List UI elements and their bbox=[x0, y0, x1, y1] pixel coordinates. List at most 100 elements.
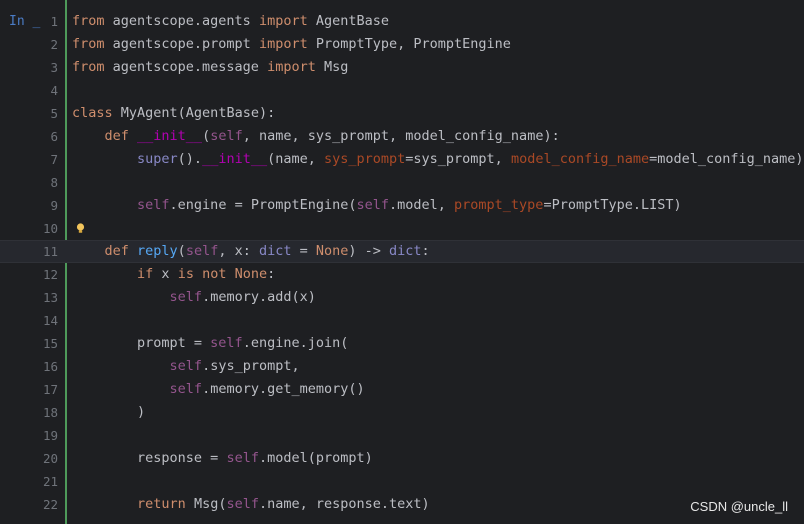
code-line[interactable]: 21 bbox=[0, 470, 804, 493]
code-editor[interactable]: In _ 1 from agentscope.agents import Agen… bbox=[0, 0, 804, 524]
line-number: 12 bbox=[42, 267, 58, 282]
code-text[interactable]: return Msg(self.name, response.text) bbox=[72, 493, 430, 516]
code-token: self bbox=[169, 381, 203, 397]
code-token: self bbox=[226, 496, 259, 512]
code-token: (name, bbox=[267, 151, 324, 167]
line-number: 1 bbox=[50, 14, 58, 29]
code-token: if bbox=[137, 266, 162, 282]
code-token: import bbox=[267, 59, 324, 75]
line-number: 3 bbox=[50, 60, 58, 75]
code-line[interactable]: 7 super().__init__(name, sys_prompt=sys_… bbox=[0, 148, 804, 171]
code-token: __init__ bbox=[137, 128, 203, 144]
code-token: dict bbox=[389, 243, 422, 259]
code-line[interactable]: 19 bbox=[0, 424, 804, 447]
code-token: (). bbox=[177, 151, 203, 167]
code-token: class bbox=[72, 105, 121, 121]
code-text[interactable]: def reply(self, x: dict = None) -> dict: bbox=[72, 241, 430, 262]
code-token: return bbox=[137, 496, 194, 512]
code-token: agentscope.message bbox=[112, 59, 268, 75]
line-number: 18 bbox=[42, 405, 58, 420]
code-text[interactable]: super().__init__(name, sys_prompt=sys_pr… bbox=[72, 148, 804, 171]
line-number: 17 bbox=[42, 382, 58, 397]
line-number: 8 bbox=[50, 175, 58, 190]
code-token: = bbox=[291, 243, 316, 259]
line-number: 19 bbox=[42, 428, 58, 443]
code-token: prompt = bbox=[72, 335, 211, 351]
code-token: .sys_prompt, bbox=[202, 358, 300, 374]
code-token: dict bbox=[258, 243, 292, 259]
code-token: model_config_name bbox=[510, 151, 650, 167]
code-token: self bbox=[137, 197, 170, 213]
code-line[interactable]: 9 self.engine = PromptEngine(self.model,… bbox=[0, 194, 804, 217]
code-text[interactable]: ) bbox=[72, 401, 145, 424]
code-text[interactable]: self.sys_prompt, bbox=[72, 355, 300, 378]
code-line[interactable]: 13 self.memory.add(x) bbox=[0, 286, 804, 309]
code-line[interactable]: 4 bbox=[0, 79, 804, 102]
code-token: MyAgent(AgentBase): bbox=[120, 105, 276, 121]
line-number: 9 bbox=[50, 198, 58, 213]
code-token: is not None bbox=[177, 266, 268, 282]
code-line[interactable]: 8 bbox=[0, 171, 804, 194]
code-line[interactable]: 16 self.sys_prompt, bbox=[0, 355, 804, 378]
line-number: 20 bbox=[42, 451, 58, 466]
code-line[interactable]: 12 if x is not None: bbox=[0, 263, 804, 286]
code-token: ( bbox=[177, 243, 186, 259]
code-text[interactable]: from agentscope.agents import AgentBase bbox=[72, 10, 389, 33]
code-text[interactable]: self.memory.add(x) bbox=[72, 286, 316, 309]
code-text[interactable]: def __init__(self, name, sys_prompt, mod… bbox=[72, 125, 560, 148]
watermark: CSDN @uncle_ll bbox=[690, 499, 788, 514]
code-token: .model, bbox=[389, 197, 455, 213]
line-number: 2 bbox=[50, 37, 58, 52]
code-line[interactable]: 11 def reply(self, x: dict = None) -> di… bbox=[0, 240, 804, 263]
code-token: .model(prompt) bbox=[258, 450, 373, 466]
code-token: =sys_prompt, bbox=[405, 151, 511, 167]
code-token: self bbox=[226, 450, 259, 466]
code-text[interactable]: class MyAgent(AgentBase): bbox=[72, 102, 275, 125]
code-token: import bbox=[258, 13, 316, 29]
code-token: Msg bbox=[323, 59, 349, 75]
lightbulb-icon[interactable] bbox=[76, 223, 85, 234]
code-line[interactable]: 20 response = self.model(prompt) bbox=[0, 447, 804, 470]
code-token: Msg( bbox=[193, 496, 227, 512]
code-line[interactable]: 15 prompt = self.engine.join( bbox=[0, 332, 804, 355]
line-number: 15 bbox=[42, 336, 58, 351]
code-token: self bbox=[210, 128, 243, 144]
code-token: super bbox=[137, 151, 178, 167]
code-text[interactable]: prompt = self.engine.join( bbox=[72, 332, 348, 355]
code-text[interactable]: from agentscope.message import Msg bbox=[72, 56, 348, 79]
code-text[interactable]: response = self.model(prompt) bbox=[72, 447, 373, 470]
code-token: =model_config_name) bbox=[649, 151, 804, 167]
code-token: def bbox=[104, 243, 138, 259]
code-text[interactable]: if x is not None: bbox=[72, 263, 275, 286]
code-token: self bbox=[169, 289, 203, 305]
code-text[interactable]: from agentscope.prompt import PromptType… bbox=[72, 33, 511, 56]
code-token: , name, sys_prompt, model_config_name): bbox=[242, 128, 560, 144]
code-line[interactable]: 1 from agentscope.agents import AgentBase bbox=[0, 10, 804, 33]
code-line[interactable]: 22 return Msg(self.name, response.text) bbox=[0, 493, 804, 516]
code-line[interactable]: 10 bbox=[0, 217, 804, 240]
code-token: =PromptType.LIST) bbox=[543, 197, 682, 213]
code-line[interactable]: 18 ) bbox=[0, 401, 804, 424]
code-line[interactable]: 17 self.memory.get_memory() bbox=[0, 378, 804, 401]
code-text[interactable]: self.engine = PromptEngine(self.model, p… bbox=[72, 194, 682, 217]
code-token: x bbox=[161, 266, 178, 282]
line-number: 5 bbox=[50, 106, 58, 121]
code-token: from bbox=[72, 36, 113, 52]
code-line[interactable]: 6 def __init__(self, name, sys_prompt, m… bbox=[0, 125, 804, 148]
code-token: , x: bbox=[218, 243, 259, 259]
code-line[interactable]: 5 class MyAgent(AgentBase): bbox=[0, 102, 804, 125]
code-token: self bbox=[169, 358, 203, 374]
code-line[interactable]: 2 from agentscope.prompt import PromptTyp… bbox=[0, 33, 804, 56]
code-line[interactable]: 14 bbox=[0, 309, 804, 332]
code-text[interactable]: self.memory.get_memory() bbox=[72, 378, 365, 401]
code-token: : bbox=[267, 266, 276, 282]
code-token: ) -> bbox=[348, 243, 390, 259]
code-token: from bbox=[72, 13, 113, 29]
code-line[interactable]: 3 from agentscope.message import Msg bbox=[0, 56, 804, 79]
